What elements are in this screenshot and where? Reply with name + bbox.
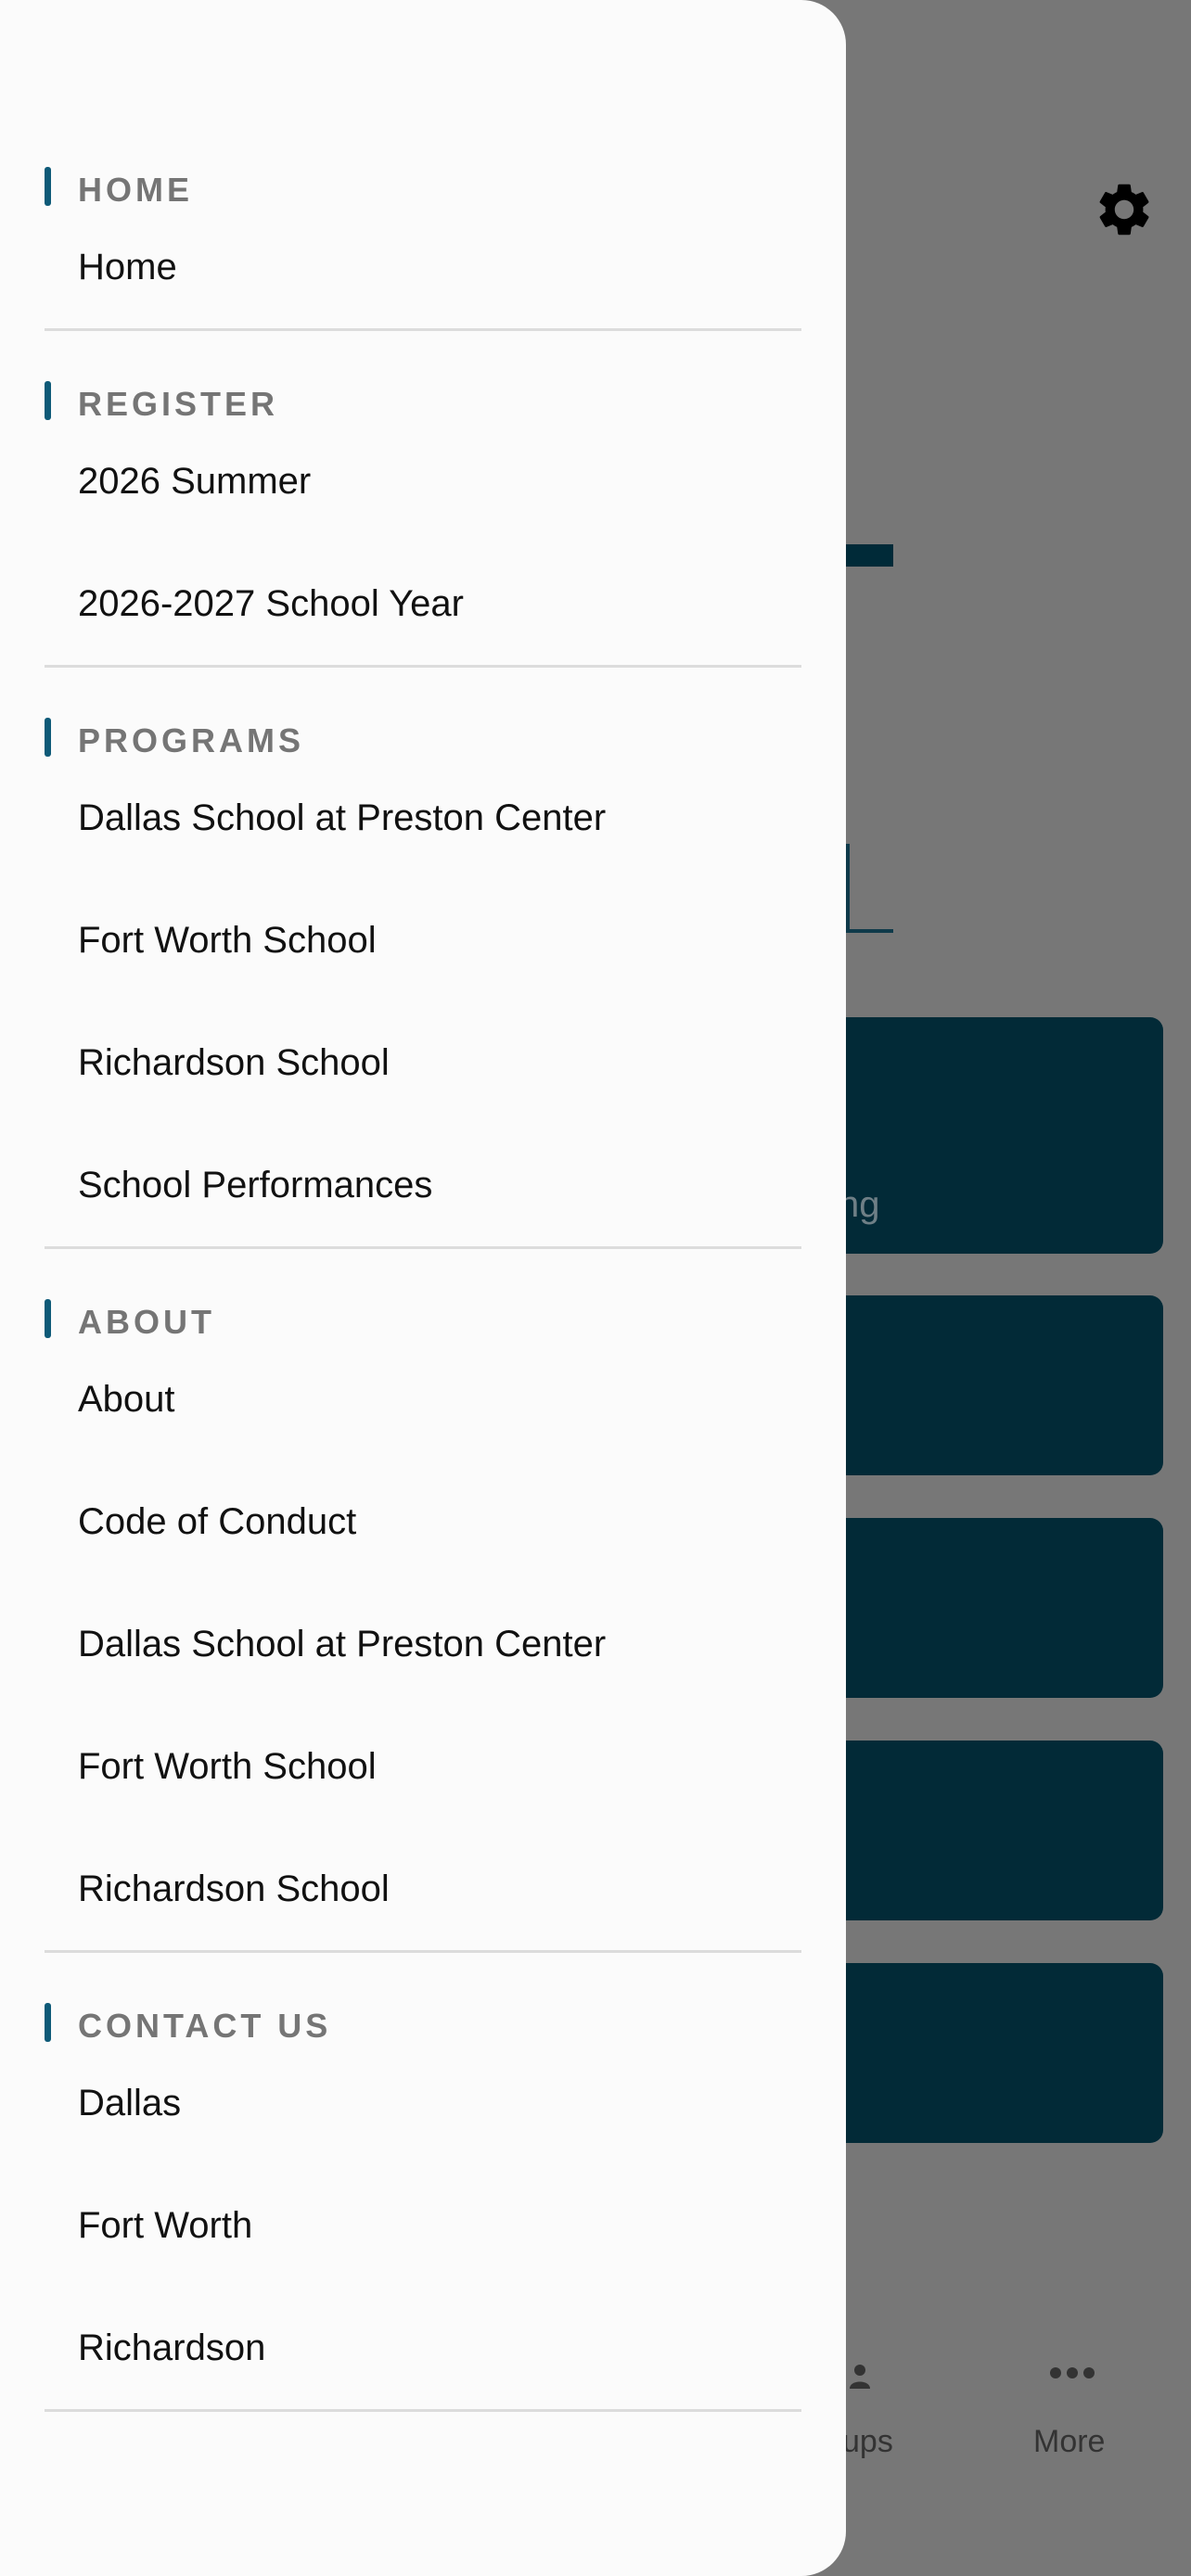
navigation-drawer: HOME Home REGISTER 2026 Summer 2026-2027 Sch…: [0, 0, 846, 2576]
section-header: ABOUT: [45, 1299, 801, 1349]
section-divider: [45, 1950, 801, 1953]
menu-item[interactable]: Code of Conduct: [45, 1460, 801, 1583]
section-header: REGISTER: [45, 381, 801, 431]
section-accent-bar: [45, 2003, 51, 2042]
section-divider: [45, 665, 801, 668]
home-card[interactable]: [816, 1518, 1163, 1698]
menu-section: REGISTER 2026 Summer 2026-2027 School Year: [45, 381, 801, 668]
decorative-line: [846, 929, 893, 933]
gear-icon[interactable]: [1093, 178, 1156, 241]
menu-item[interactable]: Dallas School at Preston Center: [45, 1583, 801, 1705]
decorative-line: [846, 844, 850, 933]
section-title: HOME: [78, 171, 193, 209]
section-header: PROGRAMS: [45, 718, 801, 768]
menu-item[interactable]: Richardson School: [45, 1828, 801, 1950]
section-accent-bar: [45, 167, 51, 206]
menu-item[interactable]: Dallas School at Preston Center: [45, 757, 801, 879]
section-divider: [45, 328, 801, 331]
section-title: CONTACT US: [78, 2007, 332, 2045]
menu-item[interactable]: School Performances: [45, 1124, 801, 1246]
home-card[interactable]: [816, 1741, 1163, 1920]
section-title: REGISTER: [78, 385, 279, 423]
menu-section: ABOUT About Code of Conduct Dallas School a…: [45, 1299, 801, 1953]
section-divider: [45, 2409, 801, 2412]
drawer-menu: HOME Home REGISTER 2026 Summer 2026-2027 Sch…: [45, 167, 801, 2462]
section-accent-bar: [45, 1299, 51, 1338]
menu-section: CONTACT US Dallas Fort Worth Richardson: [45, 2003, 801, 2412]
section-divider: [45, 1246, 801, 1249]
menu-section: HOME Home: [45, 167, 801, 331]
menu-item[interactable]: 2026 Summer: [45, 420, 801, 542]
home-card[interactable]: ng: [816, 1017, 1163, 1254]
section-header: HOME: [45, 167, 801, 217]
section-title: PROGRAMS: [78, 721, 305, 759]
menu-item[interactable]: About: [45, 1338, 801, 1460]
menu-item[interactable]: Dallas: [45, 2042, 801, 2164]
header-underline: [839, 544, 893, 567]
home-card[interactable]: [816, 1295, 1163, 1475]
menu-item[interactable]: Home: [45, 206, 801, 328]
menu-item[interactable]: Richardson School: [45, 1001, 801, 1124]
more-icon[interactable]: [1049, 2363, 1095, 2383]
tab-groups-label[interactable]: ups: [842, 2424, 893, 2460]
menu-item[interactable]: Fort Worth School: [45, 879, 801, 1001]
section-accent-bar: [45, 718, 51, 757]
home-card[interactable]: [816, 1963, 1163, 2143]
menu-section: PROGRAMS Dallas School at Preston Center F…: [45, 718, 801, 1249]
menu-item[interactable]: Richardson: [45, 2287, 801, 2409]
section-header: CONTACT US: [45, 2003, 801, 2053]
menu-item[interactable]: Fort Worth School: [45, 1705, 801, 1828]
section-accent-bar: [45, 381, 51, 420]
menu-item[interactable]: Fort Worth: [45, 2164, 801, 2287]
section-title: ABOUT: [78, 1303, 215, 1341]
menu-item[interactable]: 2026-2027 School Year: [45, 542, 801, 665]
tab-more-label[interactable]: More: [1033, 2424, 1105, 2460]
